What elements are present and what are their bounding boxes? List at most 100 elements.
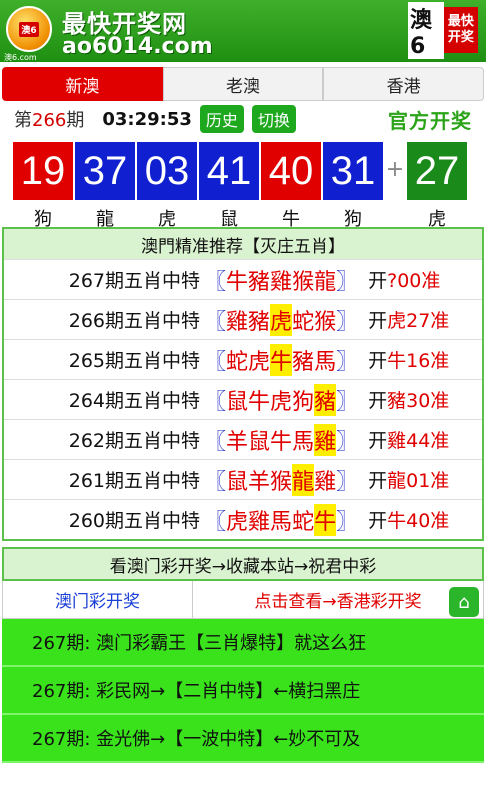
result-text: 豬30准 <box>387 390 450 412</box>
ball-number: 27 <box>406 141 468 201</box>
bracket-close: 〗 <box>336 389 359 415</box>
recommend-zodiacs: 鼠羊猴龍雞 <box>226 463 337 496</box>
recommend-title: 澳門精准推荐【灭庄五肖】 <box>4 229 482 259</box>
ball-number: 37 <box>74 141 136 201</box>
recommend-zodiacs: 雞豬虎蛇猴 <box>226 303 337 336</box>
recommend-result: 开牛16准 <box>368 346 449 373</box>
promo-link[interactable]: 267期: 金光佛→【一波中特】←妙不可及 <box>2 715 484 763</box>
tab-xinao[interactable]: 新澳 <box>2 67 163 101</box>
promo-link[interactable]: 267期: 澳门彩霸王【三肖爆特】就这么狂 <box>2 619 484 667</box>
recommend-row: 266期五肖中特〖雞豬虎蛇猴〗开虎27准 <box>4 299 482 339</box>
bracket-open: 〖 <box>204 509 227 535</box>
recommend-result: 开虎27准 <box>368 306 449 333</box>
open-label: 开 <box>368 350 388 372</box>
mini-logo-box: 最快 开奖 <box>443 7 478 53</box>
recommend-result: 开龍01准 <box>368 466 449 493</box>
zodiac-pick: 豬 <box>248 309 271 335</box>
recommend-result: 开豬30准 <box>368 386 449 413</box>
zodiac-pick: 雞 <box>248 509 271 535</box>
zodiac-pick: 牛 <box>248 389 271 415</box>
draw-time: 03:29:53 <box>102 108 192 130</box>
recommend-label: 266期五肖中特 <box>68 310 200 332</box>
recommend-zodiacs: 牛豬雞猴龍 <box>226 264 336 296</box>
open-label: 开 <box>368 310 388 332</box>
recommend-label: 261期五肖中特 <box>68 470 200 492</box>
zodiac-pick: 虎 <box>270 389 293 415</box>
recommend-zodiacs: 鼠牛虎狗豬 <box>226 383 337 416</box>
issue-number: 266 <box>32 110 67 131</box>
zodiac-pick: 龍 <box>292 463 315 496</box>
draw-ball-6: 31 狗 <box>322 141 384 231</box>
ball-zodiac: 龍 <box>96 209 114 230</box>
logo-subtitle: 澳6.com <box>4 53 37 62</box>
switch-button[interactable]: 切换 <box>251 105 296 133</box>
recommend-row: 260期五肖中特〖虎雞馬蛇牛〗开牛40准 <box>4 499 482 539</box>
plus-sign: + <box>385 157 405 182</box>
draw-ball-5: 40 牛 <box>260 141 322 231</box>
zodiac-pick: 馬 <box>314 349 337 375</box>
mini-logo-text: 澳6 <box>408 1 444 59</box>
open-label: 开 <box>368 430 388 452</box>
zodiac-pick: 雞 <box>314 469 337 495</box>
bracket-close: 〗 <box>336 469 359 495</box>
ball-zodiac: 鼠 <box>220 209 238 230</box>
bracket-open: 〖 <box>204 429 227 455</box>
recommend-result: 开牛40准 <box>368 506 449 533</box>
ball-number: 03 <box>136 141 198 201</box>
zodiac-pick: 牛 <box>270 429 293 455</box>
promo-link[interactable]: 267期: 彩民网→【二肖中特】←横扫黑庄 <box>2 667 484 715</box>
zodiac-pick: 馬 <box>270 509 293 535</box>
ball-zodiac: 虎 <box>158 209 176 230</box>
logo-badge: 澳6 <box>19 21 39 37</box>
bracket-open: 〖 <box>204 389 227 415</box>
draw-ball-3: 03 虎 <box>136 141 198 231</box>
bracket-close: 〗 <box>336 269 359 295</box>
recommend-zodiacs: 虎雞馬蛇牛 <box>226 503 337 536</box>
mini-logo[interactable]: 澳6 最快 开奖 <box>408 1 478 59</box>
recommend-row: 265期五肖中特〖蛇虎牛豬馬〗开牛16准 <box>4 339 482 379</box>
site-header: 澳6 澳6.com 最快开奖网 ao6014.com 澳6 最快 开奖 <box>0 0 486 62</box>
draw-ball-2: 37 龍 <box>74 141 136 231</box>
site-logo[interactable]: 澳6 <box>6 6 52 52</box>
ball-number: 40 <box>260 141 322 201</box>
bracket-close: 〗 <box>336 309 359 335</box>
recommend-label: 265期五肖中特 <box>68 350 200 372</box>
zodiac-pick: 龍 <box>314 269 337 295</box>
recommend-label: 264期五肖中特 <box>68 390 200 412</box>
zodiac-pick: 虎 <box>270 303 293 336</box>
zodiac-pick: 蛇 <box>292 509 315 535</box>
bracket-open: 〖 <box>204 309 227 335</box>
bracket-open: 〖 <box>204 349 227 375</box>
zodiac-pick: 猴 <box>314 309 337 335</box>
macau-lottery-link[interactable]: 澳门彩开奖 <box>3 581 193 618</box>
zodiac-pick: 馬 <box>292 429 315 455</box>
draw-ball-4: 41 鼠 <box>198 141 260 231</box>
zodiac-pick: 雞 <box>314 423 337 456</box>
history-button[interactable]: 历史 <box>199 105 244 133</box>
zodiac-pick: 羊 <box>226 429 249 455</box>
result-text: 雞44准 <box>387 430 450 452</box>
zodiac-pick: 蛇 <box>292 309 315 335</box>
open-label: 开 <box>368 270 388 292</box>
tab-hongkong[interactable]: 香港 <box>323 67 485 101</box>
ball-number: 31 <box>322 141 384 201</box>
ball-number: 19 <box>12 141 74 201</box>
zodiac-pick: 雞 <box>226 309 249 335</box>
bracket-close: 〗 <box>336 349 359 375</box>
draw-info: 第266期 03:29:53 历史 切换 官方开奖 <box>0 101 486 137</box>
recommend-section: 澳門精准推荐【灭庄五肖】 267期五肖中特〖牛豬雞猴龍〗开?00准 266期五肖中… <box>2 227 484 541</box>
recommend-row: 267期五肖中特〖牛豬雞猴龍〗开?00准 <box>4 259 482 299</box>
zodiac-pick: 豬 <box>292 349 315 375</box>
zodiac-pick: 虎 <box>226 509 249 535</box>
official-draw-link[interactable]: 官方开奖 <box>388 105 472 134</box>
zodiac-pick: 牛 <box>314 503 337 536</box>
tab-laoao[interactable]: 老澳 <box>162 67 324 101</box>
result-text: 牛16准 <box>387 350 450 372</box>
zodiac-pick: 虎 <box>248 349 271 375</box>
recommend-row: 261期五肖中特〖鼠羊猴龍雞〗开龍01准 <box>4 459 482 499</box>
zodiac-pick: 豬 <box>314 383 337 416</box>
site-domain: ao6014.com <box>62 34 213 59</box>
recommend-zodiacs: 蛇虎牛豬馬 <box>226 343 337 376</box>
hongkong-lottery-link[interactable]: 点击查看→香港彩开奖 ⌂ <box>193 581 483 618</box>
home-icon[interactable]: ⌂ <box>449 587 479 617</box>
